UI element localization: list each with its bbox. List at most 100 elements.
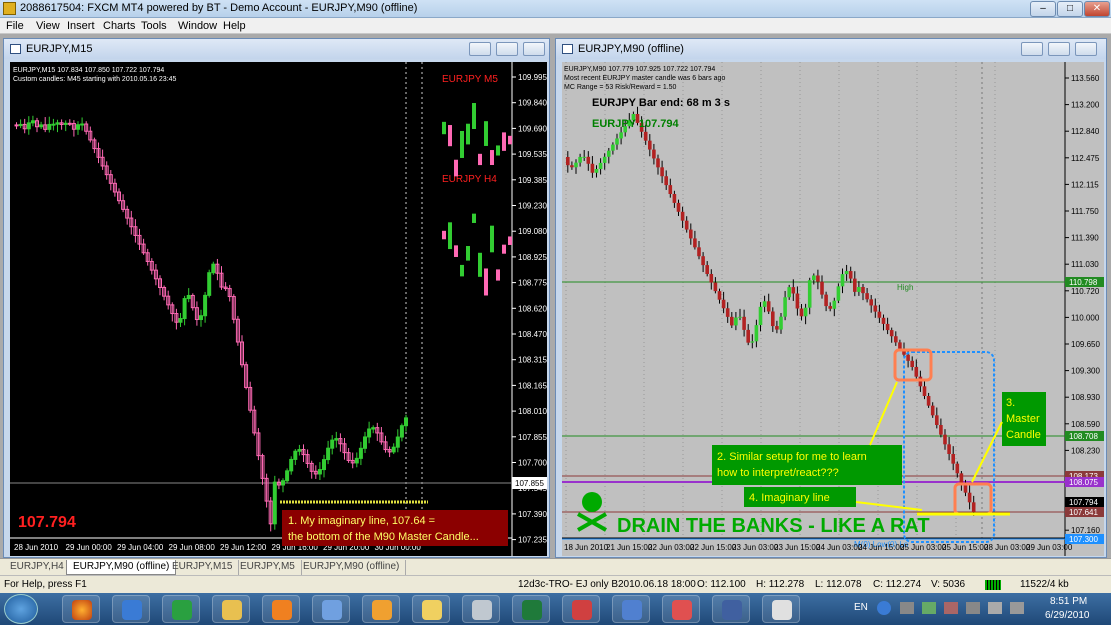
candle-body bbox=[26, 122, 31, 130]
tab-eurjpy-m15[interactable]: EURJPY,M15 bbox=[166, 560, 240, 575]
window-close-button[interactable] bbox=[523, 42, 545, 56]
candle-body bbox=[951, 454, 955, 464]
m15-chart-area[interactable]: 109.995 109.840 109.690 109.535 109.385 109.2… bbox=[10, 62, 547, 556]
tray-icon[interactable] bbox=[944, 602, 958, 614]
folder-icon bbox=[222, 600, 242, 620]
taskbar-app13[interactable] bbox=[662, 595, 700, 623]
y-tick-label: 109.230 bbox=[518, 202, 547, 211]
minimize-button[interactable]: – bbox=[1030, 1, 1056, 17]
candle-body bbox=[619, 132, 623, 139]
m90-chart-svg[interactable]: 113.560 113.200 112.840 112.475 112.115 111.7… bbox=[562, 62, 1104, 556]
app-icon bbox=[672, 600, 692, 620]
menu-view[interactable]: View bbox=[36, 20, 60, 32]
start-button[interactable] bbox=[4, 594, 38, 624]
m90-chart-area[interactable]: 113.560 113.200 112.840 112.475 112.115 111.7… bbox=[562, 62, 1104, 556]
close-button[interactable]: ✕ bbox=[1084, 1, 1110, 17]
mini-candle bbox=[454, 159, 458, 177]
taskbar-firefox[interactable] bbox=[62, 595, 100, 623]
tray-icon[interactable] bbox=[1010, 602, 1024, 614]
chart-window-titlebar[interactable]: EURJPY,M90 (offline) bbox=[556, 39, 1106, 59]
candle-body bbox=[709, 274, 714, 283]
tray-icon[interactable] bbox=[900, 602, 914, 614]
taskbar-app3[interactable] bbox=[162, 595, 200, 623]
network-icon[interactable] bbox=[966, 602, 980, 614]
taskbar-app6[interactable] bbox=[312, 595, 350, 623]
window-restore-button[interactable] bbox=[496, 42, 518, 56]
candle-body bbox=[598, 162, 603, 169]
candle-body bbox=[848, 271, 853, 279]
candle-body bbox=[30, 120, 35, 124]
x-tick-label: 29 Jun 00:00 bbox=[66, 543, 113, 552]
chart-tab-bar: EURJPY,H4 EURJPY,M90 (offline) EURJPY,M1… bbox=[0, 558, 1111, 575]
candle-body bbox=[717, 291, 722, 300]
x-tick-label: 28 Jun 2010 bbox=[14, 543, 59, 552]
window-close-button[interactable] bbox=[1075, 42, 1097, 56]
taskbar-app15[interactable] bbox=[762, 595, 800, 623]
taskbar-app11[interactable] bbox=[562, 595, 600, 623]
clock-time[interactable]: 8:51 PM bbox=[1050, 596, 1087, 607]
candle-body bbox=[207, 272, 212, 296]
maximize-button[interactable]: □ bbox=[1057, 1, 1083, 17]
tab-eurjpy-m90[interactable]: EURJPY,M90 (offline) bbox=[66, 560, 177, 575]
candle-body bbox=[828, 306, 832, 309]
candle-body bbox=[211, 263, 216, 274]
m15-chart-svg[interactable]: 109.995 109.840 109.690 109.535 109.385 109.2… bbox=[10, 62, 547, 556]
menu-file[interactable]: File bbox=[6, 20, 24, 32]
taskbar-app8[interactable] bbox=[412, 595, 450, 623]
candle-body bbox=[799, 308, 804, 317]
y-tick-label: 108.930 bbox=[1071, 393, 1100, 402]
mini-candle bbox=[502, 132, 506, 151]
window-restore-button[interactable] bbox=[1048, 42, 1070, 56]
candle-body bbox=[689, 229, 693, 239]
menu-insert[interactable]: Insert bbox=[67, 20, 95, 32]
taskbar-explorer[interactable] bbox=[212, 595, 250, 623]
taskbar-app7[interactable] bbox=[362, 595, 400, 623]
help-tray-icon[interactable] bbox=[877, 601, 891, 615]
candle-body bbox=[297, 449, 302, 452]
firefox-icon bbox=[72, 600, 92, 620]
taskbar-app12[interactable] bbox=[612, 595, 650, 623]
candle-body bbox=[14, 124, 19, 127]
candle-body bbox=[199, 315, 203, 321]
taskbar-excel[interactable] bbox=[512, 595, 550, 623]
candle-body bbox=[76, 124, 80, 130]
taskbar-calc[interactable] bbox=[462, 595, 500, 623]
app-icon bbox=[172, 600, 192, 620]
menu-help[interactable]: Help bbox=[223, 20, 246, 32]
mini-candle bbox=[454, 245, 458, 257]
tray-icon[interactable] bbox=[922, 602, 936, 614]
candle-body bbox=[889, 330, 894, 337]
menu-charts[interactable]: Charts bbox=[103, 20, 135, 32]
clock-date[interactable]: 6/29/2010 bbox=[1045, 610, 1090, 621]
chart-window-m90[interactable]: EURJPY,M90 (offline) 113.560 113.200 112.8… bbox=[555, 38, 1107, 558]
candle-body bbox=[354, 457, 359, 464]
app-title-bar: 2088617504: FXCM MT4 powered by BT - Dem… bbox=[0, 0, 1111, 18]
window-minimize-button[interactable] bbox=[469, 42, 491, 56]
candle-body bbox=[582, 156, 586, 158]
candle-body bbox=[836, 286, 841, 301]
candle-body bbox=[820, 281, 824, 295]
tab-eurjpy-h4[interactable]: EURJPY,H4 bbox=[4, 560, 71, 575]
price-tag-label: 107.794 bbox=[1069, 498, 1098, 507]
window-minimize-button[interactable] bbox=[1021, 42, 1043, 56]
menu-tools[interactable]: Tools bbox=[141, 20, 167, 32]
annotation-3-line3: Candle bbox=[1006, 429, 1041, 441]
chart-window-m15[interactable]: EURJPY,M15 109.995 109.840 109.690 109.535 1… bbox=[3, 38, 550, 558]
language-indicator[interactable]: EN bbox=[854, 602, 868, 613]
menu-window[interactable]: Window bbox=[178, 20, 217, 32]
chart-window-titlebar[interactable]: EURJPY,M15 bbox=[4, 39, 549, 59]
mini-candle bbox=[508, 236, 512, 245]
volume-icon[interactable] bbox=[988, 602, 1002, 614]
note-text-line2: the bottom of the M90 Master Candle... bbox=[288, 531, 479, 543]
taskbar-media[interactable] bbox=[262, 595, 300, 623]
candle-body bbox=[322, 459, 326, 471]
current-price-large: 107.794 bbox=[18, 514, 76, 531]
tab-eurjpy-m5[interactable]: EURJPY,M5 bbox=[234, 560, 302, 575]
y-tick-label: 112.840 bbox=[1071, 127, 1100, 136]
candle-body bbox=[791, 287, 796, 294]
tab-eurjpy-m90-2[interactable]: EURJPY,M90 (offline) bbox=[297, 560, 407, 575]
annotation-2-line2: how to interpret/react??? bbox=[717, 467, 839, 479]
taskbar-app14[interactable] bbox=[712, 595, 750, 623]
taskbar-app2[interactable] bbox=[112, 595, 150, 623]
high-level-label: High bbox=[897, 283, 913, 292]
